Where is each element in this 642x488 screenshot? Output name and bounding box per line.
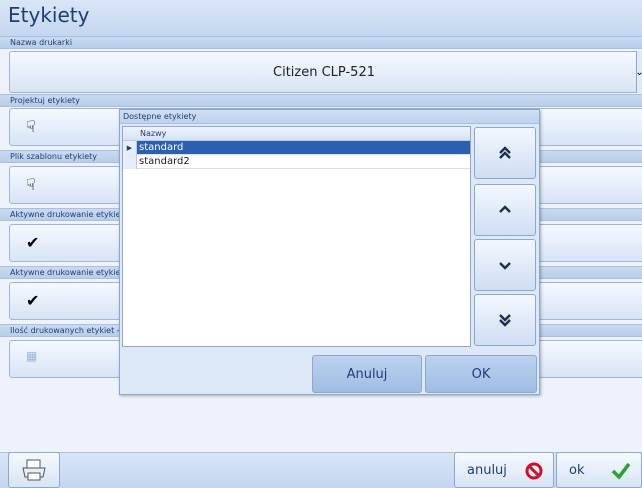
footer-cancel-button[interactable]: anuluj — [454, 452, 554, 488]
printer-icon — [22, 459, 46, 481]
checkmark-icon: ✔ — [26, 291, 40, 310]
hand-pointer-icon: ☟ — [26, 117, 36, 136]
row-indicator-icon: ▶ — [123, 141, 137, 155]
row-name: standard — [139, 142, 184, 153]
section-label-printer-name: Nazwa drukarki — [0, 36, 642, 49]
chevron-up-icon — [499, 205, 511, 213]
hand-pointer-icon: ☟ — [26, 175, 36, 194]
section-label-design: Projektuj etykiety — [0, 94, 642, 107]
chevron-down-icon — [499, 262, 511, 270]
double-chevron-down-icon — [499, 314, 511, 327]
footer-ok-label: ok — [569, 462, 585, 478]
printer-select[interactable]: Citizen CLP-521 — [9, 51, 639, 93]
green-check-icon — [611, 462, 631, 480]
cancel-circle-icon — [525, 462, 543, 480]
checkmark-icon: ✔ — [26, 233, 40, 252]
printer-select-value: Citizen CLP-521 — [273, 64, 375, 80]
calculator-icon: ▦ — [26, 349, 38, 363]
window-title: Etykiety — [0, 0, 642, 38]
labels-grid: Nazwy ▶ standard standard2 — [122, 126, 471, 347]
dialog-cancel-button[interactable]: Anuluj — [312, 355, 422, 393]
dialog-title: Dostępne etykiety — [120, 110, 539, 124]
grid-column-header[interactable]: Nazwy — [123, 127, 470, 141]
move-down-button[interactable] — [474, 239, 536, 291]
print-button[interactable] — [8, 452, 60, 488]
table-row[interactable]: standard2 — [123, 155, 470, 169]
move-up-button[interactable] — [474, 184, 536, 236]
table-row[interactable]: ▶ standard — [123, 141, 470, 155]
available-labels-dialog: Dostępne etykiety Nazwy ▶ standard stand… — [119, 109, 540, 395]
footer-ok-button[interactable]: ok — [556, 452, 642, 488]
chevron-down-icon[interactable]: ⌄ — [635, 51, 642, 93]
move-bottom-button[interactable] — [474, 294, 536, 346]
footer-cancel-label: anuluj — [467, 462, 507, 478]
move-top-button[interactable] — [474, 127, 536, 179]
dialog-ok-button[interactable]: OK — [425, 355, 537, 393]
double-chevron-up-icon — [499, 146, 511, 159]
row-indicator-cell — [123, 155, 137, 169]
row-name: standard2 — [139, 156, 190, 167]
